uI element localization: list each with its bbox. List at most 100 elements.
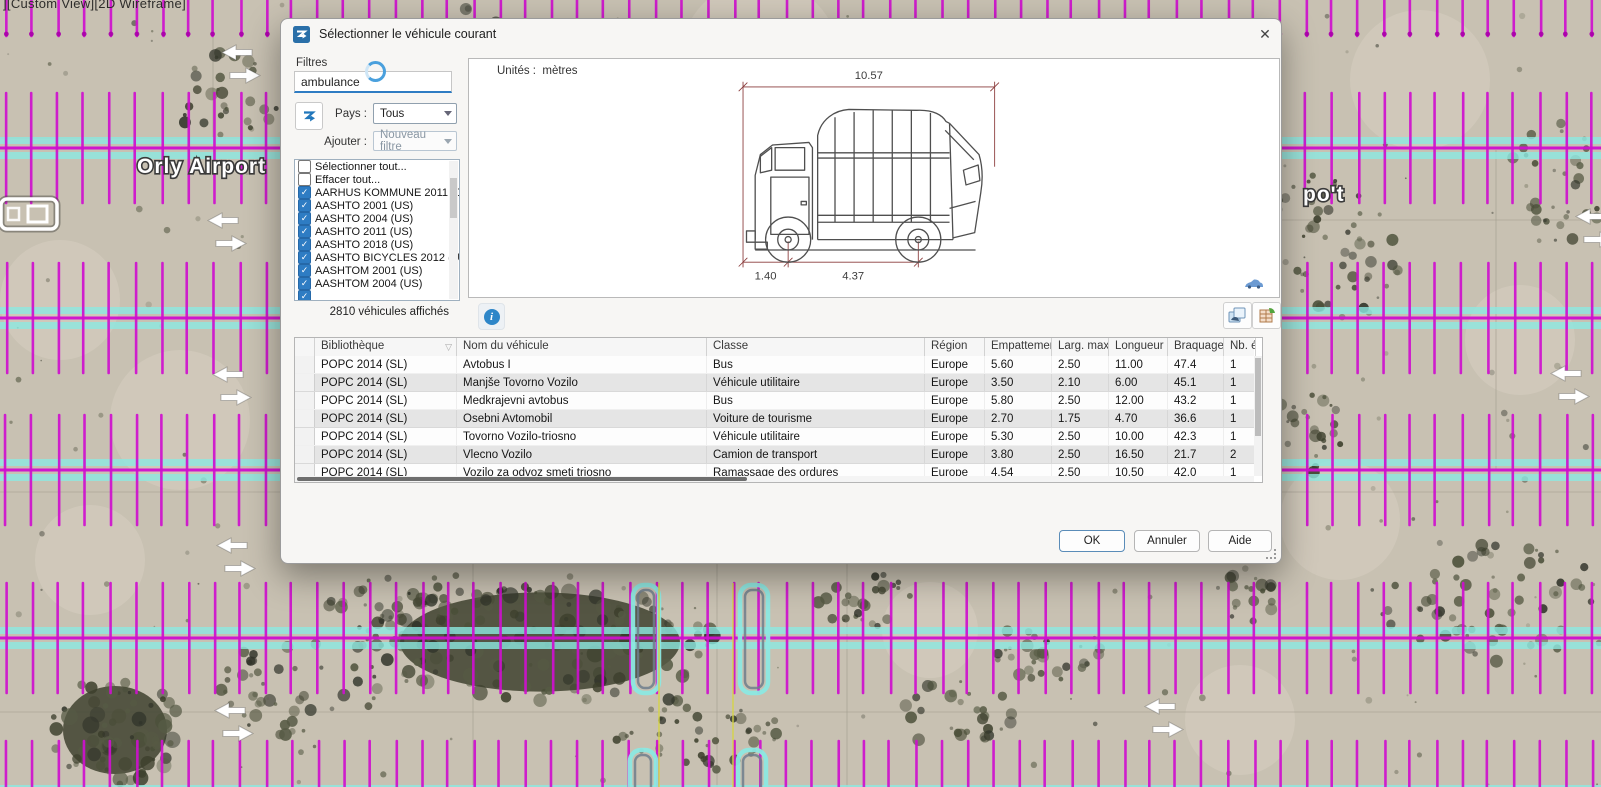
cell: Vozilo za odvoz smeti triosno <box>457 464 707 476</box>
column-header-7[interactable]: Longueur <box>1109 338 1168 356</box>
filter-list-item[interactable]: Effacer tout... <box>295 173 459 186</box>
dialog-titlebar[interactable]: Sélectionner le véhicule courant ✕ <box>281 19 1281 49</box>
table-row[interactable]: POPC 2014 (SL) Vlecno Vozilo Camion de tra… <box>295 446 1254 464</box>
table-row[interactable]: POPC 2014 (SL) Medkrajevni avtobus Bus Euro… <box>295 392 1254 410</box>
checkbox-checked[interactable]: ✓ <box>298 264 311 277</box>
checkbox-unchecked[interactable] <box>298 160 311 173</box>
filter-list-item-label: AASHTO 2004 (US) <box>315 212 414 225</box>
cell: 6.00 <box>1109 374 1168 391</box>
table-row[interactable]: POPC 2014 (SL) Manjše Tovorno Vozilo Véhic… <box>295 374 1254 392</box>
cell: 1 <box>1224 410 1254 427</box>
row-selector[interactable] <box>295 392 315 409</box>
cell: 21.7 <box>1168 446 1224 463</box>
checkbox-checked[interactable]: ✓ <box>298 290 311 300</box>
row-selector-header[interactable] <box>295 338 315 356</box>
row-selector[interactable] <box>295 410 315 427</box>
filter-list-item[interactable]: ✓ AASHTOM 2001 (US) <box>295 264 459 277</box>
cell: 5.60 <box>985 356 1052 373</box>
checkbox-unchecked[interactable] <box>298 173 311 186</box>
column-header-1[interactable]: Bibliothèque ▽ <box>315 338 457 356</box>
ok-button[interactable]: OK <box>1059 530 1125 552</box>
checkbox-checked[interactable]: ✓ <box>298 251 311 264</box>
column-header-2[interactable]: Nom du véhicule <box>457 338 707 356</box>
add-filter-select[interactable]: Nouveau filtre <box>373 129 457 153</box>
scrollbar-thumb[interactable] <box>1255 358 1261 436</box>
close-icon[interactable]: ✕ <box>1253 23 1277 45</box>
country-select-value: Tous <box>380 107 405 120</box>
column-header-3[interactable]: Classe <box>707 338 925 356</box>
cancel-button[interactable]: Annuler <box>1134 530 1200 552</box>
units-value: mètres <box>542 65 578 77</box>
help-button[interactable]: Aide <box>1208 530 1272 552</box>
row-selector[interactable] <box>295 374 315 391</box>
checkbox-checked[interactable]: ✓ <box>298 212 311 225</box>
map-label-orly: Orly Airport <box>137 155 266 178</box>
country-select[interactable]: Tous <box>373 103 457 124</box>
row-selector[interactable] <box>295 464 315 476</box>
scrollbar-thumb[interactable] <box>450 178 457 218</box>
filter-list-scrollbar[interactable] <box>449 161 458 299</box>
row-selector[interactable] <box>295 356 315 373</box>
filter-list-item[interactable]: ✓ AASHTO BICYCLES 2012 (U: <box>295 251 459 264</box>
column-header-label: Classe <box>713 340 749 352</box>
column-header-label: Longueur <box>1115 340 1164 352</box>
column-header-8[interactable]: Braquage... <box>1168 338 1224 356</box>
resize-grip[interactable] <box>1266 549 1276 559</box>
checkbox-checked[interactable]: ✓ <box>298 225 311 238</box>
filter-list-item[interactable]: ✓ AASHTO 2018 (US) <box>295 238 459 251</box>
cell: 42.0 <box>1168 464 1224 476</box>
vehicle-report-button[interactable] <box>1223 302 1252 329</box>
library-filter-list[interactable]: Sélectionner tout... Effacer tout... ✓ AARH… <box>294 159 460 301</box>
add-filter-select-value: Nouveau filtre <box>380 129 427 153</box>
row-selector[interactable] <box>295 428 315 445</box>
filter-list-item[interactable]: ✓ AASHTO 2011 (US) <box>295 225 459 238</box>
table-row[interactable]: POPC 2014 (SL) Tovorno Vozilo-triosno Véhi… <box>295 428 1254 446</box>
column-header-5[interactable]: Empattement <box>985 338 1052 356</box>
dim-total-length: 10.57 <box>855 70 883 82</box>
checkbox-checked[interactable]: ✓ <box>298 277 311 290</box>
filter-list-item[interactable]: ✓ AARHUS KOMMUNE 2011 (D <box>295 186 459 199</box>
scrollbar-thumb[interactable] <box>297 477 747 481</box>
filter-list-item[interactable]: ✓ AASHTOM 2004 (US) <box>295 277 459 290</box>
checkbox-checked[interactable]: ✓ <box>298 199 311 212</box>
filter-list-item[interactable]: ✓ AASHTO 2004 (US) <box>295 212 459 225</box>
table-vertical-scrollbar[interactable] <box>1254 356 1262 476</box>
filter-list-item[interactable]: ✓ <box>295 290 459 300</box>
vehicle-table: Bibliothèque ▽ Nom du véhicule Classe Région… <box>294 337 1263 483</box>
table-row[interactable]: POPC 2014 (SL) Avtobus I Bus Europe 5.60 2.50… <box>295 356 1254 374</box>
cell: POPC 2014 (SL) <box>315 428 457 445</box>
cell: Camion de transport <box>707 446 925 463</box>
table-horizontal-scrollbar[interactable] <box>295 476 1254 482</box>
cell: 1 <box>1224 392 1254 409</box>
column-header-label: Bibliothèque <box>321 340 385 352</box>
checkbox-checked[interactable]: ✓ <box>298 238 311 251</box>
cell: 5.30 <box>985 428 1052 445</box>
table-row[interactable]: POPC 2014 (SL) Osebni Avtomobil Voiture de… <box>295 410 1254 428</box>
column-header-6[interactable]: Larg. max <box>1052 338 1109 356</box>
row-selector[interactable] <box>295 446 315 463</box>
column-header-9[interactable]: Nb. élém... <box>1224 338 1256 356</box>
dim-front-overhang: 1.40 <box>755 271 777 283</box>
filter-list-item[interactable]: ✓ AASHTO 2001 (US) <box>295 199 459 212</box>
cell: Véhicule utilitaire <box>707 428 925 445</box>
vehicle-table-button[interactable] <box>1252 302 1281 329</box>
viewport-style-label: ][Custom View][2D Wireframe] <box>3 0 186 11</box>
cell: 3.50 <box>985 374 1052 391</box>
select-vehicle-dialog: Sélectionner le véhicule courant ✕ Filtr… <box>280 18 1282 564</box>
cell: Ramassage des ordures <box>707 464 925 476</box>
cell: Europe <box>925 464 985 476</box>
cell: 4.54 <box>985 464 1052 476</box>
filter-list-item[interactable]: Sélectionner tout... <box>295 160 459 173</box>
cell: POPC 2014 (SL) <box>315 446 457 463</box>
column-header-4[interactable]: Région <box>925 338 985 356</box>
table-row[interactable]: POPC 2014 (SL) Vozilo za odvoz smeti trio… <box>295 464 1254 476</box>
filter-list-item-label: AASHTOM 2004 (US) <box>315 277 423 290</box>
filter-list-item-label: AASHTO 2001 (US) <box>315 199 414 212</box>
map-label-airport-partial: po't <box>1303 183 1345 206</box>
checkbox-checked[interactable]: ✓ <box>298 186 311 199</box>
info-button[interactable]: i <box>478 303 505 330</box>
cell: 5.80 <box>985 392 1052 409</box>
cell: 10.50 <box>1109 464 1168 476</box>
cell: 2.50 <box>1052 392 1109 409</box>
cell: Bus <box>707 392 925 409</box>
